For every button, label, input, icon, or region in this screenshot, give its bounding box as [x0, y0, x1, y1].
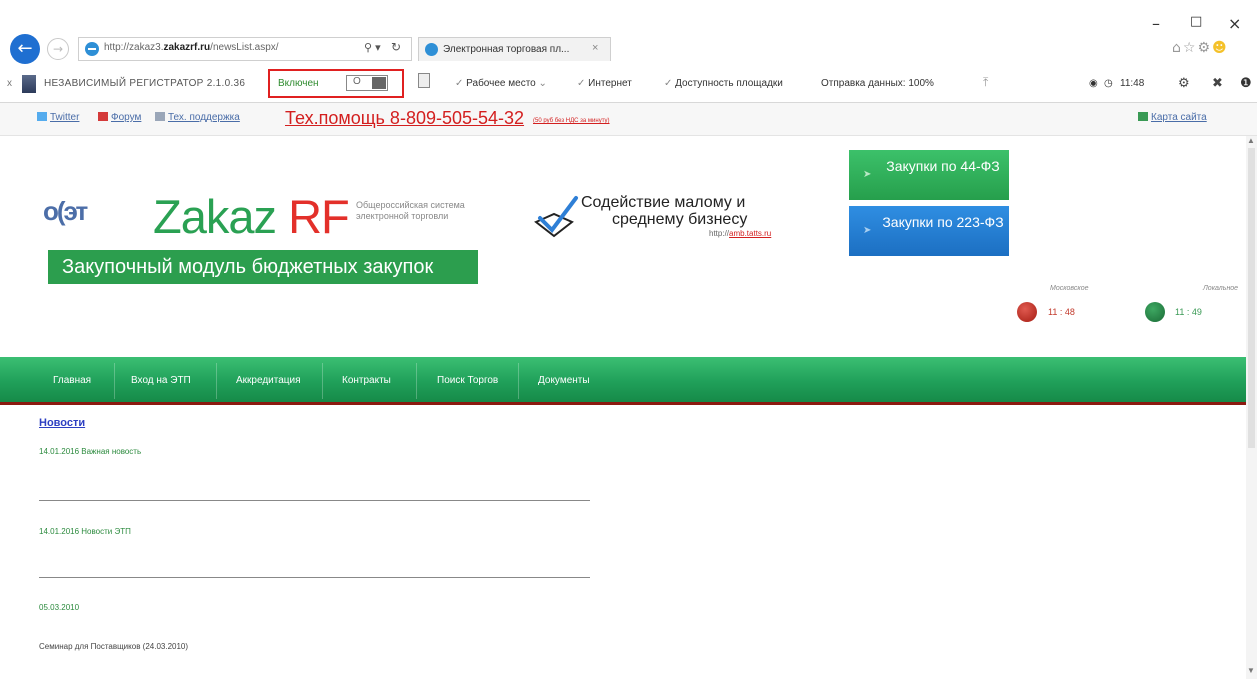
sending-status: Отправка данных: 100%: [821, 78, 934, 89]
toolbar-time: 11:48: [1120, 78, 1145, 89]
news-content: Новости 14.01.2016 Важная новость 14.01.…: [0, 408, 1246, 679]
site-header: о(эт Zakaz RF Общероссийская система эле…: [0, 137, 1246, 357]
workspace-dropdown[interactable]: ✓ Рабочее место ⌄: [455, 78, 547, 89]
local-clock-icon: [1145, 302, 1165, 322]
arrow-right-icon: ➤: [863, 225, 872, 236]
support-icon: [155, 112, 165, 121]
smiley-icon[interactable]: ☻: [1212, 40, 1229, 56]
tab-label: Электронная торговая пл...: [443, 44, 570, 55]
address-bar[interactable]: http://zakaz3.zakazrf.ru/newsList.aspx/ …: [78, 37, 412, 61]
registrar-name: НЕЗАВИСИМЫЙ РЕГИСТРАТОР 2.1.0.36: [44, 78, 246, 89]
moscow-clock-icon: [1017, 302, 1037, 322]
local-clock-label: Локальное: [1203, 285, 1239, 292]
ie-tab-icon: [425, 43, 438, 56]
nav-accreditation[interactable]: Аккредитация: [236, 375, 301, 386]
forum-icon: [98, 112, 108, 121]
news-item-text[interactable]: Семинар для Поставщиков (24.03.2010): [39, 642, 188, 651]
logo-subtitle: Общероссийская система электронной торго…: [356, 200, 465, 221]
zakazrf-logo[interactable]: Zakaz RF: [153, 189, 350, 244]
home-icon[interactable]: ⌂: [1172, 40, 1183, 56]
sitemap-icon: [1138, 112, 1148, 121]
nav-separator: [216, 363, 217, 399]
top-links-bar: Twitter Форум Тех. поддержка Тех.помощь …: [0, 103, 1257, 136]
sme-url[interactable]: http://amb.tatts.ru: [709, 229, 771, 238]
back-button[interactable]: ←: [10, 34, 40, 64]
clock-icon: ◷: [1104, 78, 1113, 89]
nav-documents[interactable]: Документы: [538, 375, 590, 386]
moscow-time: 11 : 48: [1048, 307, 1075, 317]
refresh-icon[interactable]: ↻: [391, 40, 401, 54]
internet-indicator[interactable]: ✓ Интернет: [577, 78, 632, 89]
maximize-button[interactable]: □: [1190, 14, 1202, 29]
star-icon[interactable]: ☆: [1183, 40, 1198, 56]
toolbar-close-icon[interactable]: x: [7, 78, 12, 89]
extension-toolbar: x НЕЗАВИСИМЫЙ РЕГИСТРАТОР 2.1.0.36 Включ…: [0, 67, 1257, 101]
phone-note: (50 руб без НДС за минуту): [533, 118, 610, 124]
news-divider: [39, 500, 590, 501]
gear-icon[interactable]: ⚙: [1197, 40, 1212, 56]
check-icon: ✓: [455, 78, 467, 89]
twitter-icon: [37, 112, 47, 121]
upload-icon[interactable]: ⤒: [983, 75, 988, 90]
ie-page-icon: [85, 42, 99, 56]
browser-chrome: – □ × ← → http://zakaz3.zakazrf.ru/newsL…: [0, 0, 1257, 103]
module-banner: Закупочный модуль бюджетных закупок: [48, 250, 478, 284]
page-scrollbar[interactable]: ▲ ▼: [1246, 136, 1257, 679]
tab-close-icon[interactable]: ×: [592, 42, 598, 54]
support-link[interactable]: Тех. поддержка: [155, 112, 240, 123]
highlight-box: [268, 69, 404, 98]
support-phone-link[interactable]: Тех.помощь 8-809-505-54-32: [285, 108, 524, 129]
nav-home[interactable]: Главная: [53, 375, 91, 386]
scroll-down-icon[interactable]: ▼: [1247, 666, 1255, 675]
arrow-right-icon: ➤: [863, 169, 872, 180]
check-icon: ✓: [664, 78, 676, 89]
nav-separator: [114, 363, 115, 399]
save-icon[interactable]: [418, 73, 430, 88]
browser-window: – □ × ← → http://zakaz3.zakazrf.ru/newsL…: [0, 0, 1257, 679]
local-time: 11 : 49: [1175, 307, 1202, 317]
address-url[interactable]: http://zakaz3.zakazrf.ru/newsList.aspx/: [104, 42, 279, 53]
info-icon[interactable]: ❶: [1240, 75, 1252, 91]
news-heading-link[interactable]: Новости: [39, 417, 85, 429]
browser-tab[interactable]: Электронная торговая пл... ×: [418, 37, 611, 61]
nav-separator: [322, 363, 323, 399]
twitter-link[interactable]: Twitter: [37, 112, 79, 123]
scroll-up-icon[interactable]: ▲: [1247, 136, 1255, 145]
sme-title-line1[interactable]: Содействие малому и: [581, 193, 745, 213]
close-window-button[interactable]: ×: [1228, 14, 1241, 33]
sitemap-link[interactable]: Карта сайта: [1138, 112, 1207, 123]
moscow-clock-label: Московское: [1050, 285, 1089, 292]
forward-button[interactable]: →: [47, 38, 69, 60]
nav-search-tenders[interactable]: Поиск Торгов: [437, 375, 498, 386]
nav-login[interactable]: Вход на ЭТП: [131, 375, 191, 386]
minimize-button[interactable]: –: [1152, 14, 1160, 33]
browser-toolbar-icons: ⌂☆⚙☻: [1172, 40, 1229, 56]
purchases-223fz-button[interactable]: ➤ Закупки по 223-ФЗ: [849, 206, 1009, 256]
record-icon[interactable]: ◉: [1089, 78, 1098, 89]
news-divider: [39, 577, 590, 578]
forward-arrow-icon: →: [52, 42, 64, 56]
purchases-44fz-button[interactable]: ➤ Закупки по 44-ФЗ: [849, 150, 1009, 200]
forum-link[interactable]: Форум: [98, 112, 141, 123]
tools-icon[interactable]: ✖: [1212, 75, 1223, 91]
main-nav: Главная Вход на ЭТП Аккредитация Контрак…: [0, 357, 1246, 405]
search-icon[interactable]: ⚲ ▾: [364, 41, 381, 54]
check-icon: ✓: [577, 78, 589, 89]
registrar-logo-icon: [22, 75, 36, 93]
news-item[interactable]: 14.01.2016 Новости ЭТП: [39, 527, 131, 536]
nav-contracts[interactable]: Контракты: [342, 375, 391, 386]
news-item[interactable]: 14.01.2016 Важная новость: [39, 447, 141, 456]
oet-logo: о(эт: [43, 196, 88, 226]
sme-check-icon: [534, 196, 578, 238]
news-item[interactable]: 05.03.2010: [39, 603, 79, 612]
scroll-thumb[interactable]: [1248, 148, 1255, 448]
settings-icon[interactable]: ⚙: [1178, 75, 1190, 91]
nav-separator: [416, 363, 417, 399]
nav-separator: [518, 363, 519, 399]
sme-title-line2[interactable]: среднему бизнесу: [612, 211, 747, 229]
availability-indicator[interactable]: ✓ Доступность площадки: [664, 78, 783, 89]
back-arrow-icon: ←: [17, 38, 33, 59]
